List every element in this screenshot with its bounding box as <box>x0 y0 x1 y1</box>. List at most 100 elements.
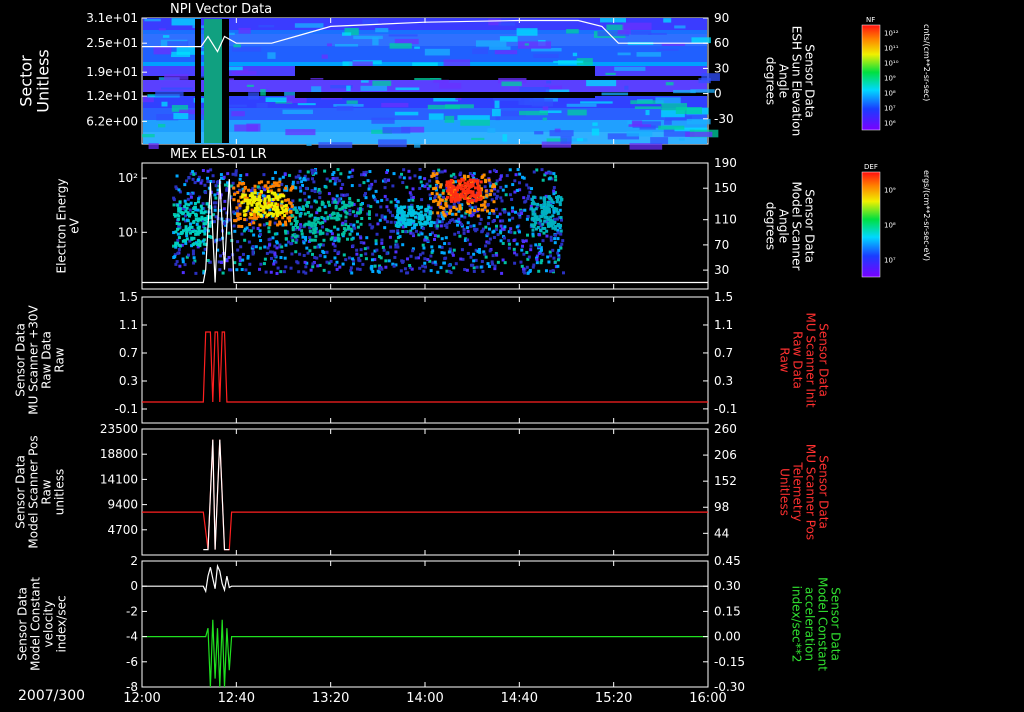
spectrogram-cell <box>318 196 322 200</box>
spectrogram-cell <box>326 43 332 47</box>
spectrogram-hot-cell <box>311 231 315 235</box>
spectrogram-cell <box>457 115 490 121</box>
spectrogram-hot-cell <box>248 223 252 227</box>
spectrogram-cell <box>526 194 530 198</box>
spectrogram-cell <box>336 105 354 111</box>
spectrogram-cell <box>432 221 436 225</box>
spectrogram-cell <box>494 100 500 109</box>
spectrogram-cell <box>291 180 295 184</box>
spectrogram-hot-cell <box>461 190 465 194</box>
spectrogram-cell <box>486 232 490 236</box>
spectrogram-cell <box>209 168 213 172</box>
spectrogram-cell <box>518 172 522 176</box>
spectrogram-cell <box>199 181 203 185</box>
spectrogram-cell <box>380 238 384 242</box>
series-line <box>142 439 708 551</box>
spectrogram-hot-cell <box>333 216 337 220</box>
spectrogram-cell <box>296 180 300 184</box>
spectrogram-cell <box>323 205 327 209</box>
spectrogram-cell <box>162 35 170 38</box>
y2-axis-label-line: Sensor Data <box>803 44 817 118</box>
spectrogram-cell <box>348 170 352 174</box>
spectrogram-cell <box>164 74 189 80</box>
spectrogram-cell <box>262 173 266 177</box>
spectrogram-cell <box>460 214 464 218</box>
y2-axis-label-line: Telemetry <box>791 461 805 521</box>
spectrogram-cell <box>261 194 265 198</box>
spectrogram-cell <box>303 198 307 202</box>
spectrogram-cell <box>428 197 432 201</box>
spectrogram-cell <box>189 195 193 199</box>
spectrogram-hot-cell <box>266 213 270 217</box>
spectrogram-cell <box>553 260 557 264</box>
spectrogram-cell <box>685 131 713 137</box>
spectrogram-cell <box>423 238 427 242</box>
y2-tick-label: 0.30 <box>714 579 741 593</box>
spectrogram-cell <box>265 97 287 103</box>
spectrogram-cell <box>447 250 451 254</box>
spectrogram-hot-cell <box>249 213 253 217</box>
spectrogram-cell <box>440 237 444 241</box>
spectrogram-cell <box>511 209 515 213</box>
spectrogram-hot-cell <box>435 180 439 184</box>
spectrogram-cell <box>373 179 377 183</box>
spectrogram-cell <box>546 80 552 84</box>
spectrogram-cell <box>435 176 439 180</box>
spectrogram-hot-cell <box>305 201 309 205</box>
y-axis-label-line: Sensor Data <box>16 587 30 661</box>
colorbar-def <box>861 171 881 278</box>
spectrogram-cell <box>561 271 565 275</box>
spectrogram-hot-cell <box>456 179 460 183</box>
spectrogram-cell <box>540 259 544 263</box>
spectrogram-cell <box>432 237 436 241</box>
spectrogram-cell <box>440 220 444 224</box>
spectrogram-cell <box>144 18 161 22</box>
spectrogram-cell <box>158 28 166 31</box>
spectrogram-hot-cell <box>196 232 200 236</box>
spectrogram-cell <box>555 217 559 221</box>
spectrogram-cell <box>384 265 388 269</box>
spectrogram-cell <box>426 187 430 191</box>
spectrogram-cell <box>211 180 215 184</box>
spectrogram-cell <box>192 256 196 260</box>
spectrogram-hot-cell <box>290 204 294 208</box>
y2-tick-label: 0.3 <box>714 374 733 388</box>
spectrogram-cell <box>399 269 403 273</box>
spectrogram-hot-cell <box>202 238 206 242</box>
spectrogram-cell <box>614 66 646 71</box>
spectrogram-hot-cell <box>480 203 484 207</box>
spectrogram-hot-cell <box>486 209 490 213</box>
spectrogram-cell <box>491 108 501 117</box>
spectrogram-cell <box>311 262 315 266</box>
spectrogram-cell <box>385 205 389 209</box>
spectrogram-hot-cell <box>332 212 336 216</box>
spectrogram-hot-cell <box>472 209 476 213</box>
spectrogram-cell <box>339 172 343 176</box>
spectrogram-cell <box>393 255 397 259</box>
spectrogram-cell <box>335 194 339 198</box>
spectrogram-cell <box>375 248 379 252</box>
spectrogram-hot-cell <box>554 227 558 231</box>
spectrogram-cell <box>541 252 545 256</box>
spectrogram-cell <box>318 142 353 148</box>
spectrogram-cell <box>347 175 351 179</box>
spectrogram-cell <box>219 254 223 258</box>
spectrogram-cell <box>460 222 464 226</box>
spectrogram-cell <box>330 232 334 236</box>
spectrogram-cell <box>298 169 302 173</box>
spectrogram-cell <box>549 235 553 239</box>
spectrogram-cell <box>188 208 192 212</box>
spectrogram-cell <box>511 183 515 187</box>
spectrogram-cell <box>374 242 378 246</box>
spectrogram-cell <box>472 266 476 270</box>
spectrogram-cell <box>494 224 498 228</box>
spectrogram-cell <box>422 269 426 273</box>
spectrogram-hot-cell <box>252 209 256 213</box>
spectrogram-cell <box>183 199 187 203</box>
spectrogram-hot-cell <box>409 218 413 222</box>
spectrogram-cell <box>260 89 266 96</box>
spectrogram-hot-cell <box>396 206 400 210</box>
spectrogram-cell <box>344 193 348 197</box>
spectrogram-cell <box>321 243 325 247</box>
panel-4-frame <box>141 428 709 556</box>
